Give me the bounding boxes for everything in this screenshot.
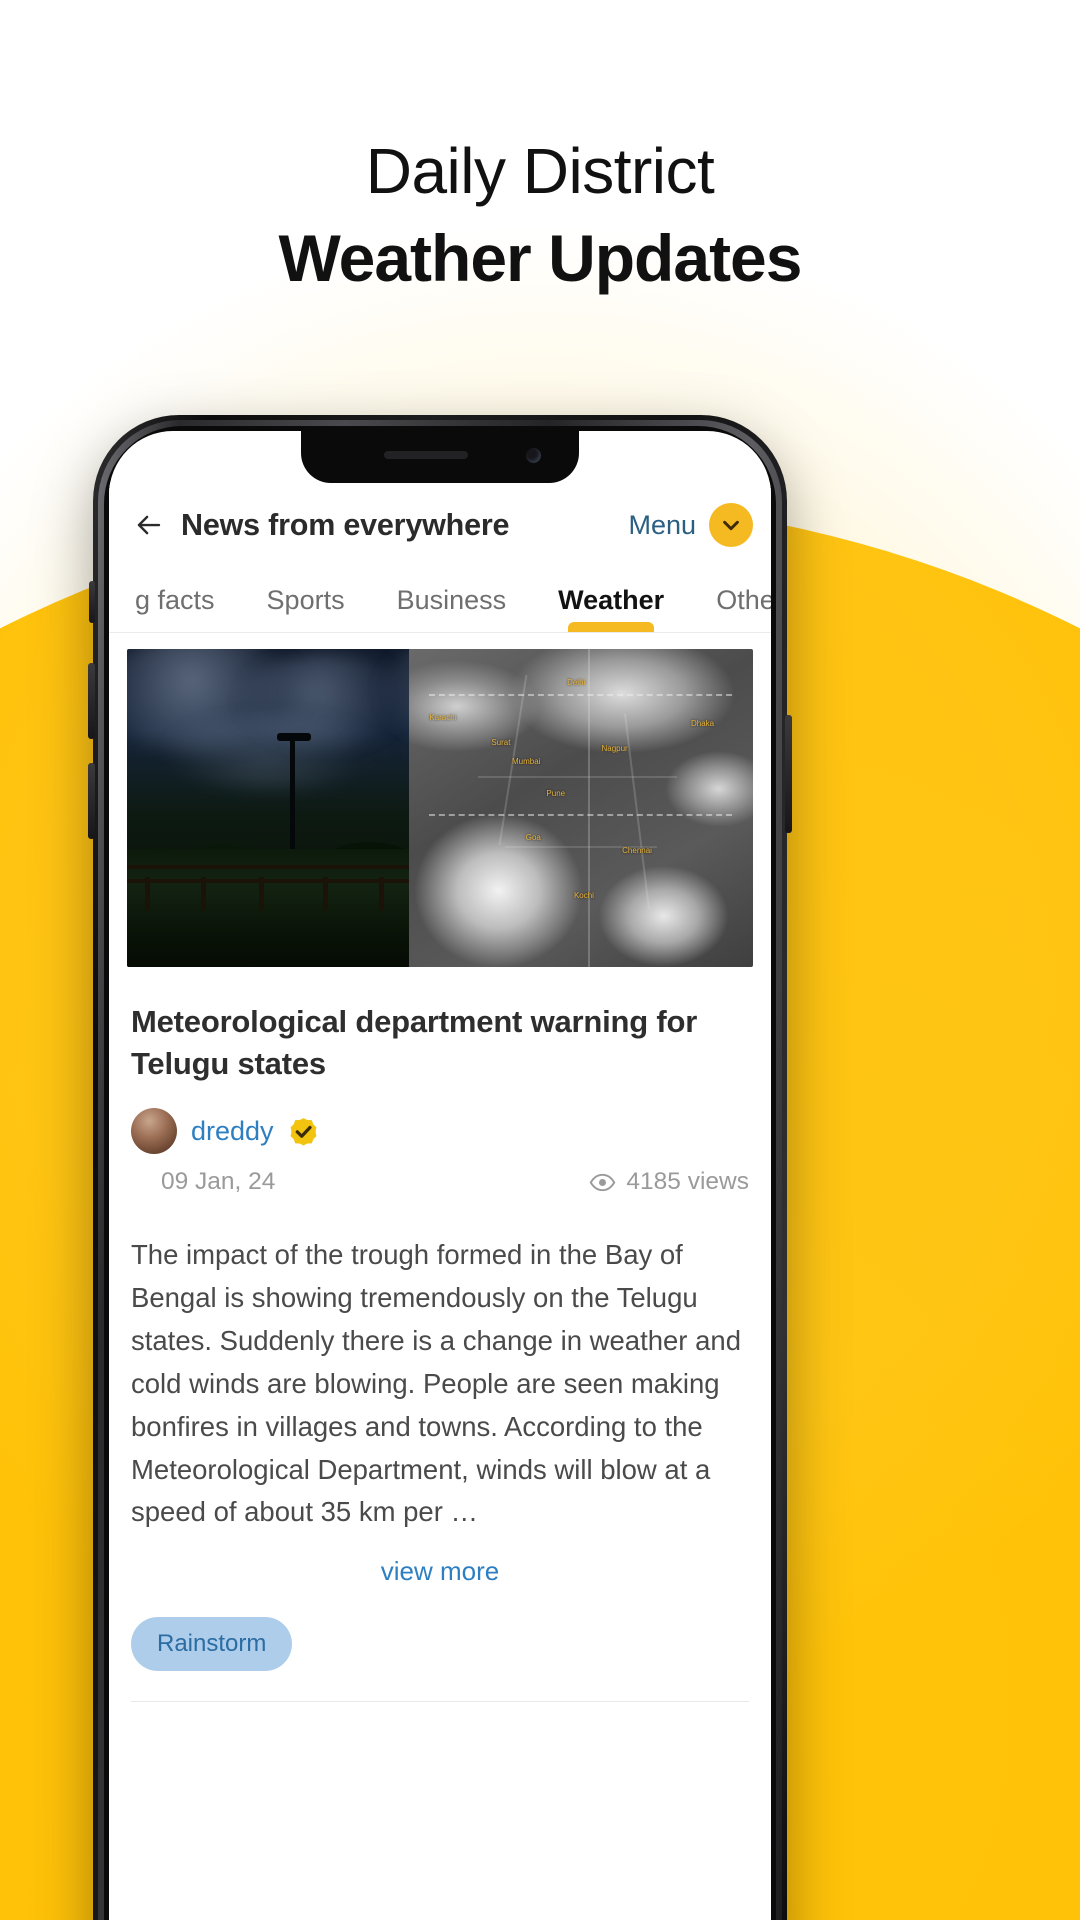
views-count: 4185 views [626, 1168, 749, 1196]
earpiece-speaker-icon [384, 451, 468, 459]
tab-amazing-facts[interactable]: g facts [109, 585, 241, 632]
tab-weather[interactable]: Weather [532, 585, 690, 632]
map-label: Pune [546, 788, 566, 798]
phone-power-button[interactable] [785, 715, 792, 833]
tab-label: Business [396, 585, 507, 615]
chevron-down-icon[interactable] [709, 503, 753, 547]
eye-icon [590, 1173, 616, 1191]
phone-mute-switch[interactable] [89, 581, 95, 623]
promo-screenshot: Daily District Weather Updates News from… [0, 0, 1080, 1920]
verified-badge-icon [288, 1116, 319, 1147]
article-title[interactable]: Meteorological department warning for Te… [131, 1001, 749, 1084]
article-meta-row: 09 Jan, 24 4185 views [161, 1168, 749, 1196]
category-tab-strip[interactable]: g facts Sports Business Weather Others/G… [109, 567, 771, 633]
map-label: Nagpur [601, 744, 628, 754]
fence-post [145, 877, 150, 911]
front-camera-icon [526, 448, 541, 463]
grass-field [127, 849, 409, 967]
arrow-left-icon[interactable] [129, 505, 169, 545]
phone-volume-up-button[interactable] [88, 663, 95, 739]
author-name[interactable]: dreddy [191, 1116, 274, 1147]
fence-post [201, 877, 206, 911]
phone-mockup: News from everywhere Menu g facts Sports… [88, 415, 792, 1920]
page-title: News from everywhere [181, 507, 510, 542]
phone-notch [301, 431, 579, 483]
tab-others-general[interactable]: Others/General [690, 585, 771, 632]
fence-rail [127, 879, 409, 883]
article-body-text: The impact of the trough formed in the B… [131, 1239, 741, 1528]
menu-label: Menu [628, 509, 696, 540]
map-label: Goa [525, 833, 541, 843]
phone-volume-down-button[interactable] [88, 763, 95, 839]
phone-screen: News from everywhere Menu g facts Sports… [109, 431, 771, 1920]
tag-chip-rainstorm[interactable]: Rainstorm [131, 1617, 293, 1672]
map-label: Mumbai [511, 757, 541, 767]
map-label: Kochi [573, 890, 594, 900]
active-tab-indicator [568, 622, 655, 632]
fence-post [259, 877, 264, 911]
fence-post [323, 877, 328, 911]
tab-label: Sports [266, 585, 345, 615]
street-lamp-head [277, 733, 311, 741]
map-border [623, 713, 650, 910]
article-media[interactable]: Karachi Mumbai Surat Pune Goa Delhi Nagp… [127, 649, 753, 967]
street-lamp-post [290, 737, 295, 855]
map-gridline [429, 693, 733, 696]
map-coastline [587, 649, 590, 967]
map-border [477, 776, 678, 779]
promo-headline: Daily District Weather Updates [0, 135, 1080, 295]
avatar[interactable] [131, 1108, 177, 1155]
storm-cloud [157, 715, 397, 789]
fence-post [379, 877, 384, 911]
tab-business[interactable]: Business [371, 585, 533, 632]
tab-label: g facts [135, 585, 215, 615]
card-divider [131, 1701, 749, 1703]
map-label: Chennai [622, 846, 652, 856]
map-label: Delhi [567, 677, 586, 687]
tab-sports[interactable]: Sports [241, 585, 371, 632]
views-group: 4185 views [589, 1168, 749, 1196]
view-more-link[interactable]: view more [109, 1556, 771, 1587]
night-storm-photo [127, 649, 409, 967]
map-gridline [429, 814, 733, 817]
article-date: 09 Jan, 24 [161, 1168, 276, 1196]
article-tags: Rainstorm [131, 1617, 749, 1672]
satellite-weather-map: Karachi Mumbai Surat Pune Goa Delhi Nagp… [408, 649, 753, 967]
map-label: Dhaka [691, 718, 715, 728]
tab-label: Weather [558, 585, 665, 615]
headline-line-1: Daily District [365, 135, 715, 207]
article-card[interactable]: Karachi Mumbai Surat Pune Goa Delhi Nagp… [109, 649, 771, 1703]
map-label: Surat [491, 738, 511, 748]
menu-button[interactable]: Menu [628, 503, 753, 547]
tab-label: Others/General [716, 585, 771, 615]
headline-line-2: Weather Updates [278, 220, 803, 295]
app-header-bar: News from everywhere Menu [109, 483, 771, 567]
article-byline[interactable]: dreddy [131, 1108, 749, 1155]
map-label: Karachi [429, 712, 457, 722]
news-app: News from everywhere Menu g facts Sports… [109, 483, 771, 1920]
fence-rail [127, 865, 409, 869]
